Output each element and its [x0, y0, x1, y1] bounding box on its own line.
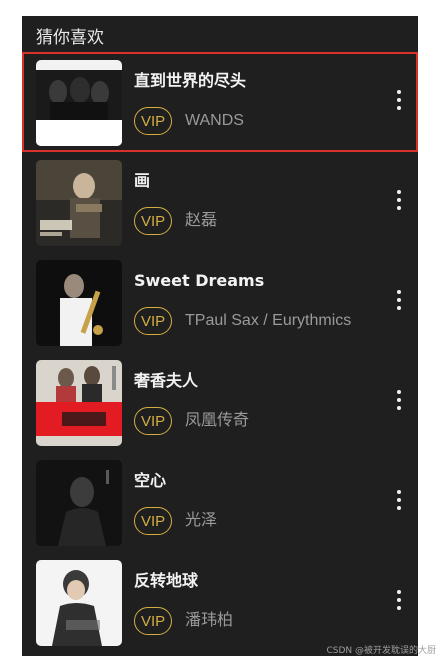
album-cover[interactable]	[36, 160, 122, 246]
artist-name[interactable]: 光泽	[185, 510, 217, 532]
vip-badge: VIP	[134, 507, 173, 535]
album-cover-image	[36, 260, 122, 346]
album-cover[interactable]	[36, 360, 122, 446]
album-cover-image	[36, 460, 122, 546]
vip-badge: VIP	[134, 207, 173, 235]
more-vertical-icon[interactable]	[394, 190, 404, 216]
artist-name[interactable]: 赵磊	[185, 210, 217, 232]
more-vertical-icon[interactable]	[394, 490, 404, 516]
song-list: 直到世界的尽头 VIP WANDS 画 VIP 赵磊 Sweet Dreams …	[22, 52, 418, 652]
artist-name[interactable]: TPaul Sax / Eurythmics	[185, 310, 351, 332]
vip-badge: VIP	[134, 607, 173, 635]
artist-name[interactable]: WANDS	[185, 110, 244, 132]
album-cover[interactable]	[36, 60, 122, 146]
album-cover-image	[36, 560, 122, 646]
song-item[interactable]: 反转地球 VIP 潘玮柏	[22, 552, 418, 652]
song-title: 空心	[134, 471, 167, 490]
more-vertical-icon[interactable]	[394, 90, 404, 116]
section-title: 猜你喜欢	[36, 28, 104, 48]
album-cover-image	[36, 60, 122, 146]
vip-badge: VIP	[134, 107, 173, 135]
recommend-panel: 猜你喜欢 直到世界的尽头 VIP WANDS 画 VIP 赵磊 Sweet Dr…	[22, 16, 418, 656]
vip-badge: VIP	[134, 307, 173, 335]
album-cover-image	[36, 160, 122, 246]
song-item[interactable]: 画 VIP 赵磊	[22, 152, 418, 252]
watermark: CSDN @被开发耽误的大厨	[326, 646, 436, 656]
more-vertical-icon[interactable]	[394, 590, 404, 616]
song-title: 奢香夫人	[134, 371, 199, 390]
song-title: 画	[134, 171, 151, 190]
song-item[interactable]: 奢香夫人 VIP 凤凰传奇	[22, 352, 418, 452]
song-title: 直到世界的尽头	[134, 71, 247, 90]
song-title: Sweet Dreams	[134, 271, 265, 290]
more-vertical-icon[interactable]	[394, 390, 404, 416]
more-vertical-icon[interactable]	[394, 290, 404, 316]
artist-name[interactable]: 凤凰传奇	[185, 410, 249, 432]
album-cover[interactable]	[36, 460, 122, 546]
song-item[interactable]: 直到世界的尽头 VIP WANDS	[22, 52, 418, 152]
album-cover-image	[36, 360, 122, 446]
album-cover[interactable]	[36, 260, 122, 346]
song-item[interactable]: 空心 VIP 光泽	[22, 452, 418, 552]
vip-badge: VIP	[134, 407, 173, 435]
song-title: 反转地球	[134, 571, 199, 590]
song-item[interactable]: Sweet Dreams VIP TPaul Sax / Eurythmics	[22, 252, 418, 352]
album-cover[interactable]	[36, 560, 122, 646]
artist-name[interactable]: 潘玮柏	[185, 610, 233, 632]
